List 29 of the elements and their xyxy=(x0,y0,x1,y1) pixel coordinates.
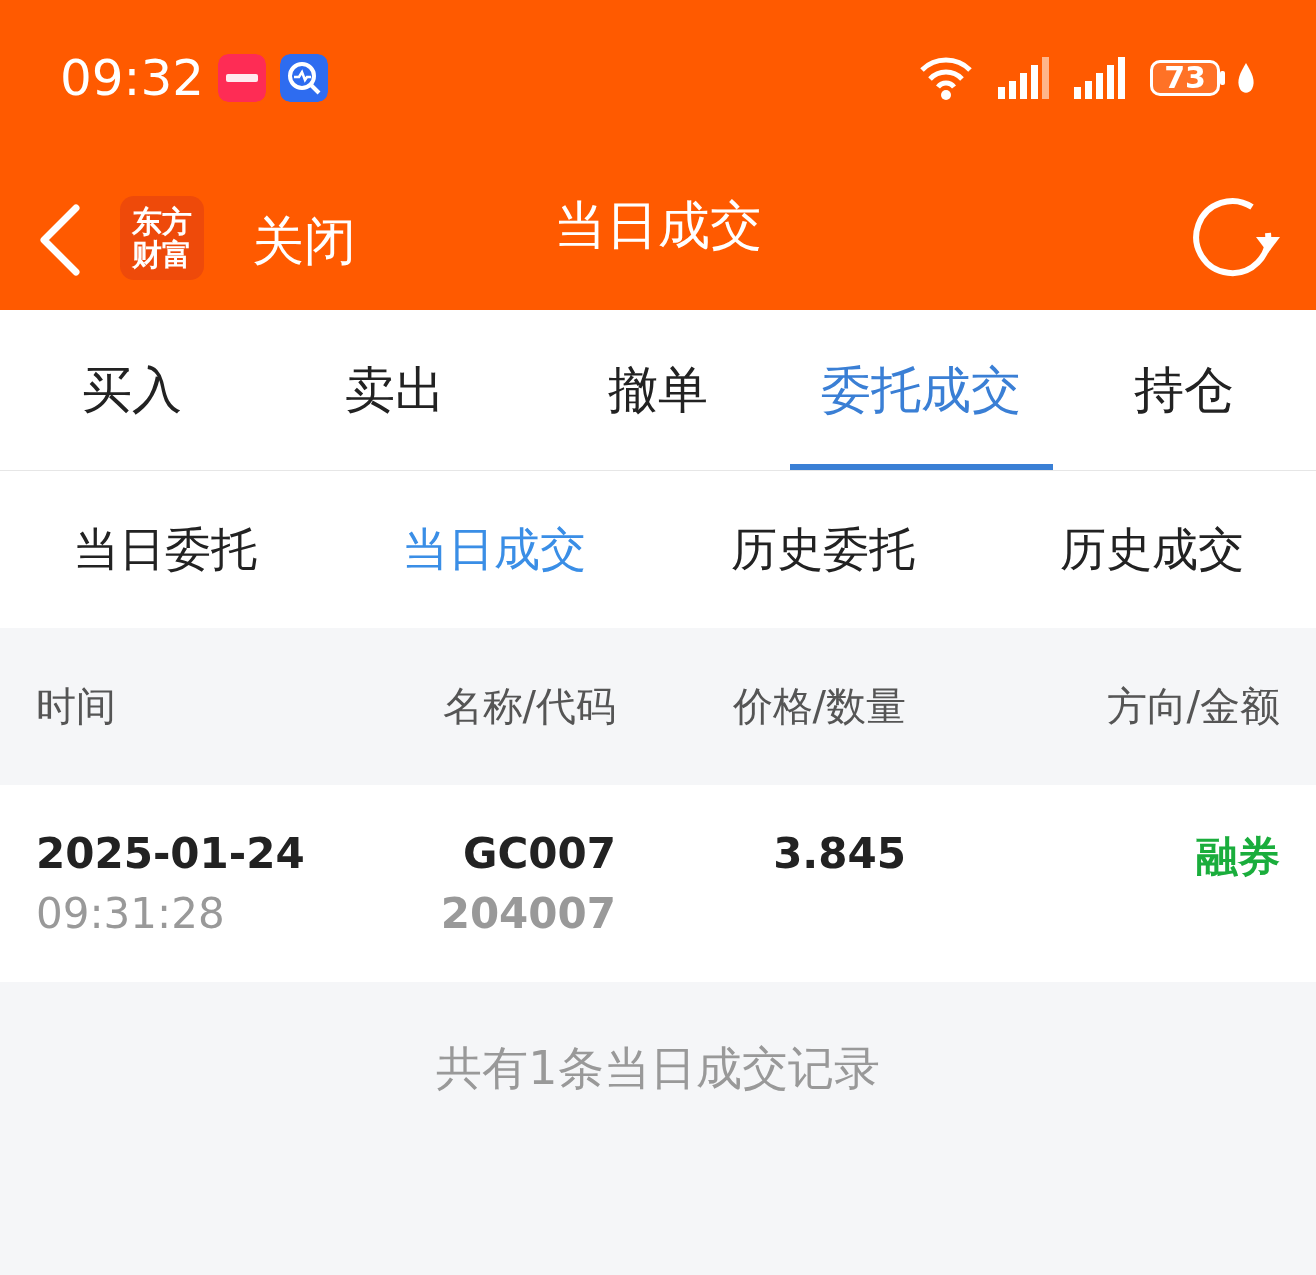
column-header: 价格/数量 xyxy=(731,682,906,731)
table-cell-text: GC007 xyxy=(462,829,616,880)
table-cell-text: 融券 xyxy=(1195,831,1280,883)
tab[interactable]: 卖出 xyxy=(263,310,527,470)
tab[interactable]: 买入 xyxy=(0,310,264,470)
status-time: 09:32 xyxy=(60,48,205,107)
table-cell-text: 3.845 xyxy=(772,829,906,880)
signal-icon xyxy=(998,56,1050,99)
app-logo: 东方财富 xyxy=(120,195,204,280)
app-notification-icon xyxy=(280,53,329,102)
tab[interactable]: 撤单 xyxy=(526,310,790,470)
tab[interactable]: 委托成交 xyxy=(789,310,1053,470)
table-cell-text: 09:31:28 xyxy=(36,889,226,938)
table-cell-text: 204007 xyxy=(439,889,616,938)
sub-tab[interactable]: 历史委托 xyxy=(658,471,987,628)
app-notification-icon xyxy=(218,53,267,102)
battery-tip-icon xyxy=(1220,70,1226,85)
column-header: 名称/代码 xyxy=(441,682,616,731)
record-count-note: 共有1条当日成交记录 xyxy=(436,1041,880,1095)
column-header: 方向/金额 xyxy=(1105,682,1280,731)
table-cell-text: 2025-01-24 xyxy=(36,829,306,880)
column-header: 时间 xyxy=(36,682,117,731)
page-title: 当日成交 xyxy=(554,195,762,255)
tab[interactable]: 持仓 xyxy=(1052,310,1316,470)
sub-tab[interactable]: 当日委托 xyxy=(0,471,329,628)
signal-icon xyxy=(1074,56,1126,99)
battery-level: 73 xyxy=(1150,59,1220,96)
sub-tab[interactable]: 历史成交 xyxy=(987,471,1316,628)
wifi-icon xyxy=(918,55,974,100)
